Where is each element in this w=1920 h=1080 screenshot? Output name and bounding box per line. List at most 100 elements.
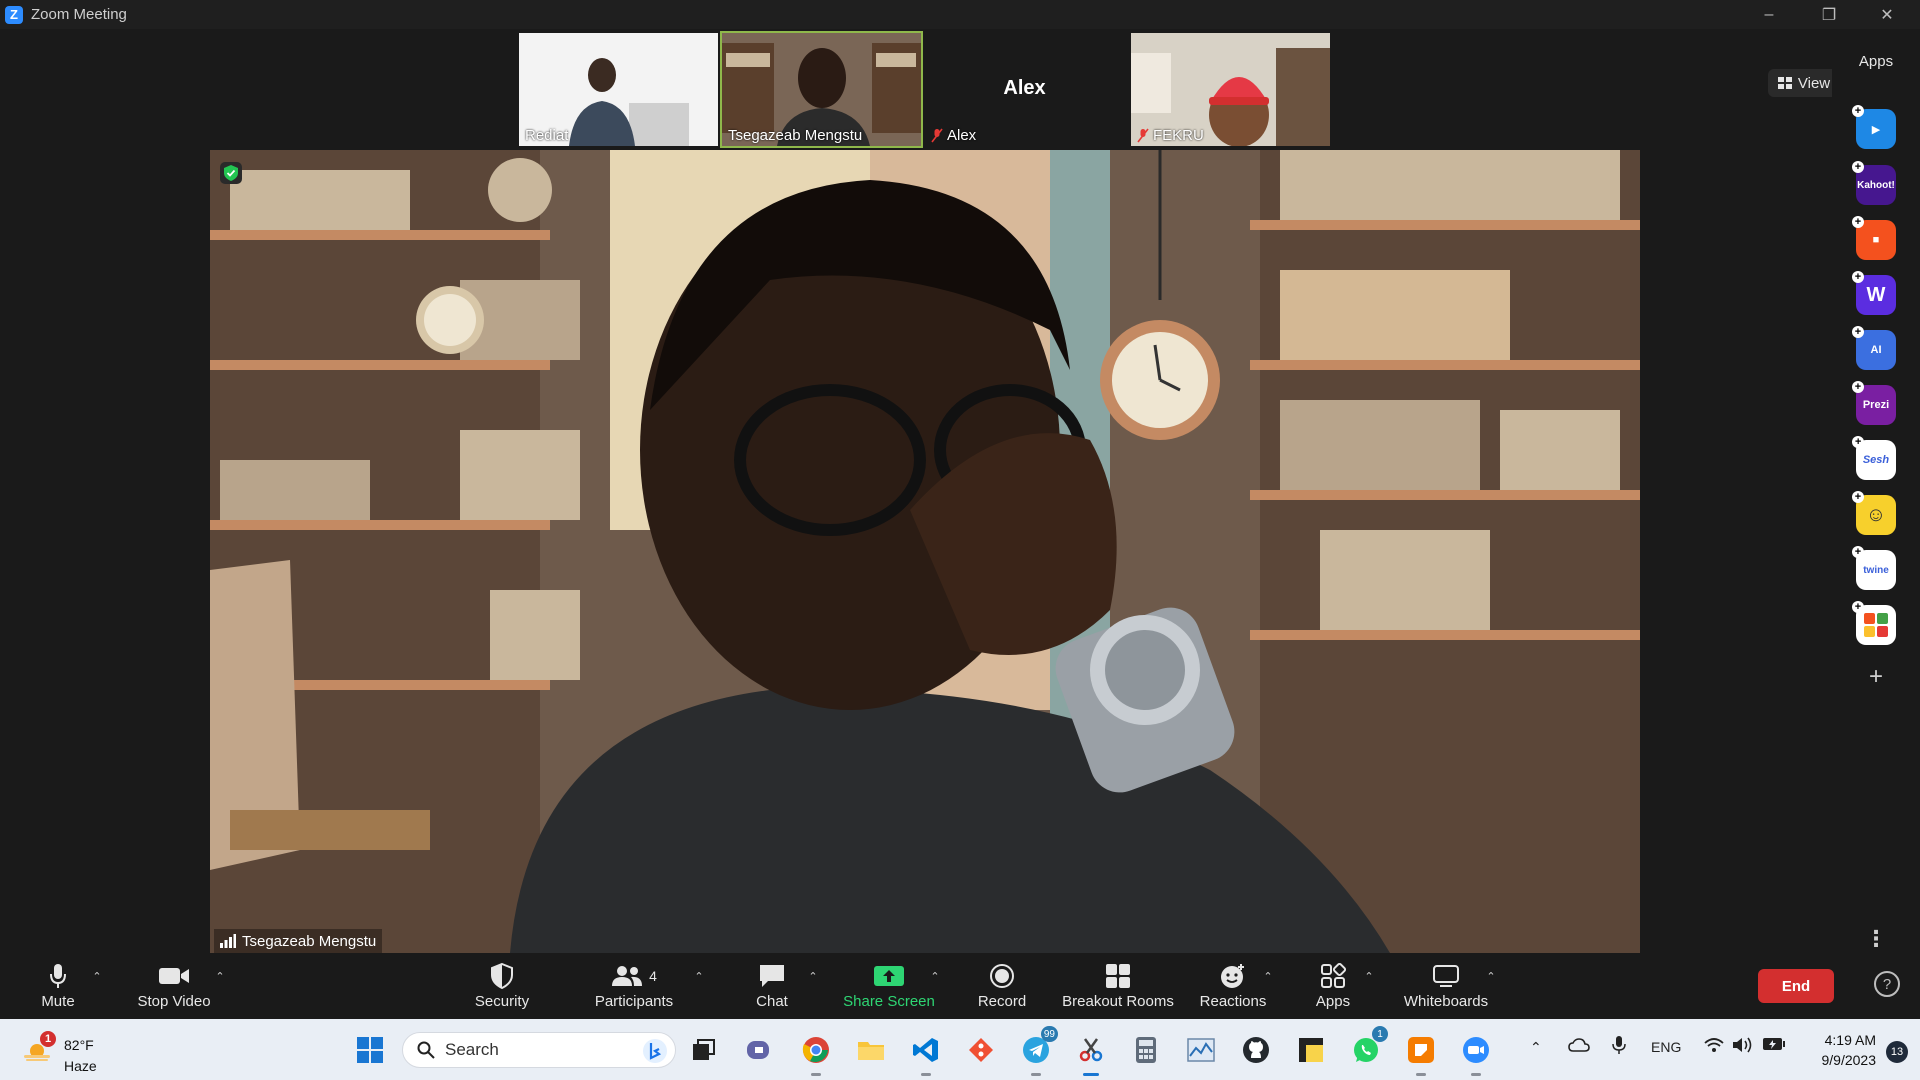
help-icon[interactable]: ? bbox=[1874, 971, 1900, 997]
add-icon: + bbox=[1852, 105, 1864, 117]
search-icon bbox=[417, 1041, 435, 1059]
more-options-icon[interactable]: ⋮ bbox=[1862, 925, 1890, 953]
app-label: twine bbox=[1863, 564, 1889, 576]
apps-button[interactable]: Apps bbox=[1313, 959, 1353, 1019]
participant-label: Alex bbox=[931, 127, 976, 144]
telegram-icon[interactable]: 99 bbox=[1018, 1026, 1058, 1076]
task-view-icon[interactable] bbox=[686, 1032, 722, 1068]
app-kahoot-icon[interactable]: + Kahoot! bbox=[1852, 161, 1896, 205]
app-label: Kahoot! bbox=[1857, 179, 1895, 191]
breakout-rooms-button[interactable]: Breakout Rooms bbox=[1062, 959, 1174, 1019]
encryption-shield-icon[interactable] bbox=[220, 162, 242, 184]
add-icon: + bbox=[1852, 161, 1864, 173]
wifi-icon[interactable] bbox=[1704, 1037, 1724, 1056]
add-icon: + bbox=[1852, 216, 1864, 228]
reactions-button[interactable]: Reactions bbox=[1199, 959, 1267, 1019]
participants-button[interactable]: 4 Participants bbox=[590, 959, 678, 1019]
git-client-icon[interactable] bbox=[963, 1032, 999, 1068]
app-pointer-icon[interactable]: + ▶ bbox=[1852, 105, 1896, 149]
audio-options-chevron-icon[interactable]: ⌃ bbox=[90, 969, 104, 983]
mute-button[interactable]: Mute bbox=[30, 959, 86, 1019]
running-indicator bbox=[1416, 1073, 1426, 1076]
security-button[interactable]: Security bbox=[470, 959, 534, 1019]
speaker-name: Tsegazeab Mengstu bbox=[242, 932, 377, 950]
participant-label: FEKRU bbox=[1137, 127, 1204, 144]
whatsapp-icon[interactable]: 1 bbox=[1348, 1026, 1388, 1068]
app-wooclap-icon[interactable]: + W bbox=[1852, 271, 1896, 315]
video-options-chevron-icon[interactable]: ⌃ bbox=[213, 969, 227, 983]
calculator-icon[interactable] bbox=[1128, 1032, 1164, 1068]
mic-muted-icon bbox=[931, 128, 943, 143]
notification-count-badge[interactable]: 13 bbox=[1886, 1041, 1908, 1063]
participants-label: Participants bbox=[594, 993, 674, 1010]
participant-tile-fekru[interactable]: FEKRU bbox=[1131, 33, 1330, 146]
file-explorer-icon[interactable] bbox=[853, 1032, 889, 1068]
weather-widget[interactable]: 1 82°F Haze bbox=[22, 1027, 112, 1074]
vscode-icon[interactable] bbox=[908, 1032, 944, 1076]
add-icon: + bbox=[1852, 326, 1864, 338]
app-prezi-icon[interactable]: + Prezi bbox=[1852, 381, 1896, 425]
taskbar-search[interactable]: Search bbox=[402, 1032, 676, 1068]
app-ai-assistant-icon[interactable]: + AI bbox=[1852, 326, 1896, 370]
app-twine-icon[interactable]: + twine bbox=[1852, 546, 1896, 590]
windows-start-icon[interactable] bbox=[352, 1032, 388, 1068]
share-options-chevron-icon[interactable]: ⌃ bbox=[928, 969, 942, 983]
record-icon bbox=[990, 964, 1014, 988]
chrome-icon[interactable] bbox=[798, 1032, 834, 1076]
app-emoji-icon[interactable]: + ☺ bbox=[1852, 491, 1896, 535]
participants-icon bbox=[612, 966, 643, 986]
participants-count: 4 bbox=[649, 968, 657, 984]
participants-options-chevron-icon[interactable]: ⌃ bbox=[692, 969, 706, 983]
end-meeting-button[interactable]: End bbox=[1758, 969, 1834, 1003]
microphone-tray-icon[interactable] bbox=[1612, 1035, 1626, 1058]
running-indicator bbox=[1471, 1073, 1481, 1076]
app-sesh-icon[interactable]: + Sesh bbox=[1852, 436, 1896, 480]
performance-monitor-icon[interactable] bbox=[1183, 1032, 1219, 1068]
apps-options-chevron-icon[interactable]: ⌃ bbox=[1362, 969, 1376, 983]
whatsapp-unread-badge: 1 bbox=[1372, 1026, 1388, 1042]
snipping-tool-icon[interactable] bbox=[1073, 1032, 1109, 1076]
app-miro-icon[interactable]: + ■ bbox=[1852, 216, 1896, 260]
reactions-options-chevron-icon[interactable]: ⌃ bbox=[1261, 969, 1275, 983]
zoom-app-icon[interactable] bbox=[1458, 1032, 1494, 1076]
chat-button[interactable]: Chat bbox=[752, 959, 792, 1019]
whiteboards-button[interactable]: Whiteboards bbox=[1401, 959, 1491, 1019]
running-indicator bbox=[811, 1073, 821, 1076]
whiteboard-icon bbox=[1433, 965, 1459, 987]
record-button[interactable]: Record bbox=[976, 959, 1028, 1019]
security-label: Security bbox=[474, 993, 530, 1010]
input-language[interactable]: ENG bbox=[1651, 1039, 1681, 1055]
volume-icon[interactable] bbox=[1732, 1036, 1754, 1057]
chat-label: Chat bbox=[756, 993, 788, 1010]
tray-overflow-chevron-icon[interactable]: ⌃ bbox=[1530, 1039, 1542, 1056]
office-app-icon[interactable] bbox=[1403, 1032, 1439, 1076]
participant-name: FEKRU bbox=[1153, 127, 1204, 144]
close-icon[interactable]: ✕ bbox=[1864, 0, 1910, 29]
taskbar-clock[interactable]: 4:19 AM 9/9/2023 bbox=[1800, 1030, 1877, 1070]
participant-tile-rediat[interactable]: Rediat bbox=[519, 33, 718, 146]
apps-panel: Apps + ▶ + Kahoot! + ■ + W + AI + Prezi + Sesh … bbox=[1832, 29, 1920, 959]
telegram-unread-badge: 99 bbox=[1040, 1026, 1058, 1042]
window-title: Zoom Meeting bbox=[31, 6, 127, 23]
participant-tile-alex[interactable]: Alex Alex bbox=[925, 33, 1124, 146]
sticky-notes-icon[interactable] bbox=[1293, 1032, 1329, 1068]
stop-video-button[interactable]: Stop Video bbox=[132, 959, 216, 1019]
onedrive-cloud-icon[interactable] bbox=[1568, 1037, 1590, 1056]
clock-date: 9/9/2023 bbox=[1821, 1052, 1877, 1068]
share-screen-button[interactable]: Share Screen bbox=[842, 959, 936, 1019]
whiteboards-label: Whiteboards bbox=[1403, 993, 1489, 1010]
restore-icon[interactable]: ❐ bbox=[1806, 0, 1852, 29]
github-icon[interactable] bbox=[1238, 1032, 1274, 1068]
whiteboards-options-chevron-icon[interactable]: ⌃ bbox=[1484, 969, 1498, 983]
bing-icon[interactable] bbox=[641, 1037, 669, 1065]
chat-options-chevron-icon[interactable]: ⌃ bbox=[806, 969, 820, 983]
add-app-icon[interactable]: + bbox=[1862, 663, 1890, 691]
participant-tile-tsegazeab[interactable]: Tsegazeab Mengstu bbox=[720, 31, 923, 148]
app-mural-icon[interactable]: + bbox=[1852, 601, 1896, 645]
view-button[interactable]: View bbox=[1768, 69, 1840, 97]
apps-label: Apps bbox=[1315, 993, 1351, 1010]
app-label: AI bbox=[1870, 344, 1882, 356]
minimize-icon[interactable]: – bbox=[1746, 0, 1792, 29]
battery-charging-icon[interactable] bbox=[1762, 1037, 1786, 1054]
teams-chat-icon[interactable] bbox=[742, 1032, 778, 1068]
